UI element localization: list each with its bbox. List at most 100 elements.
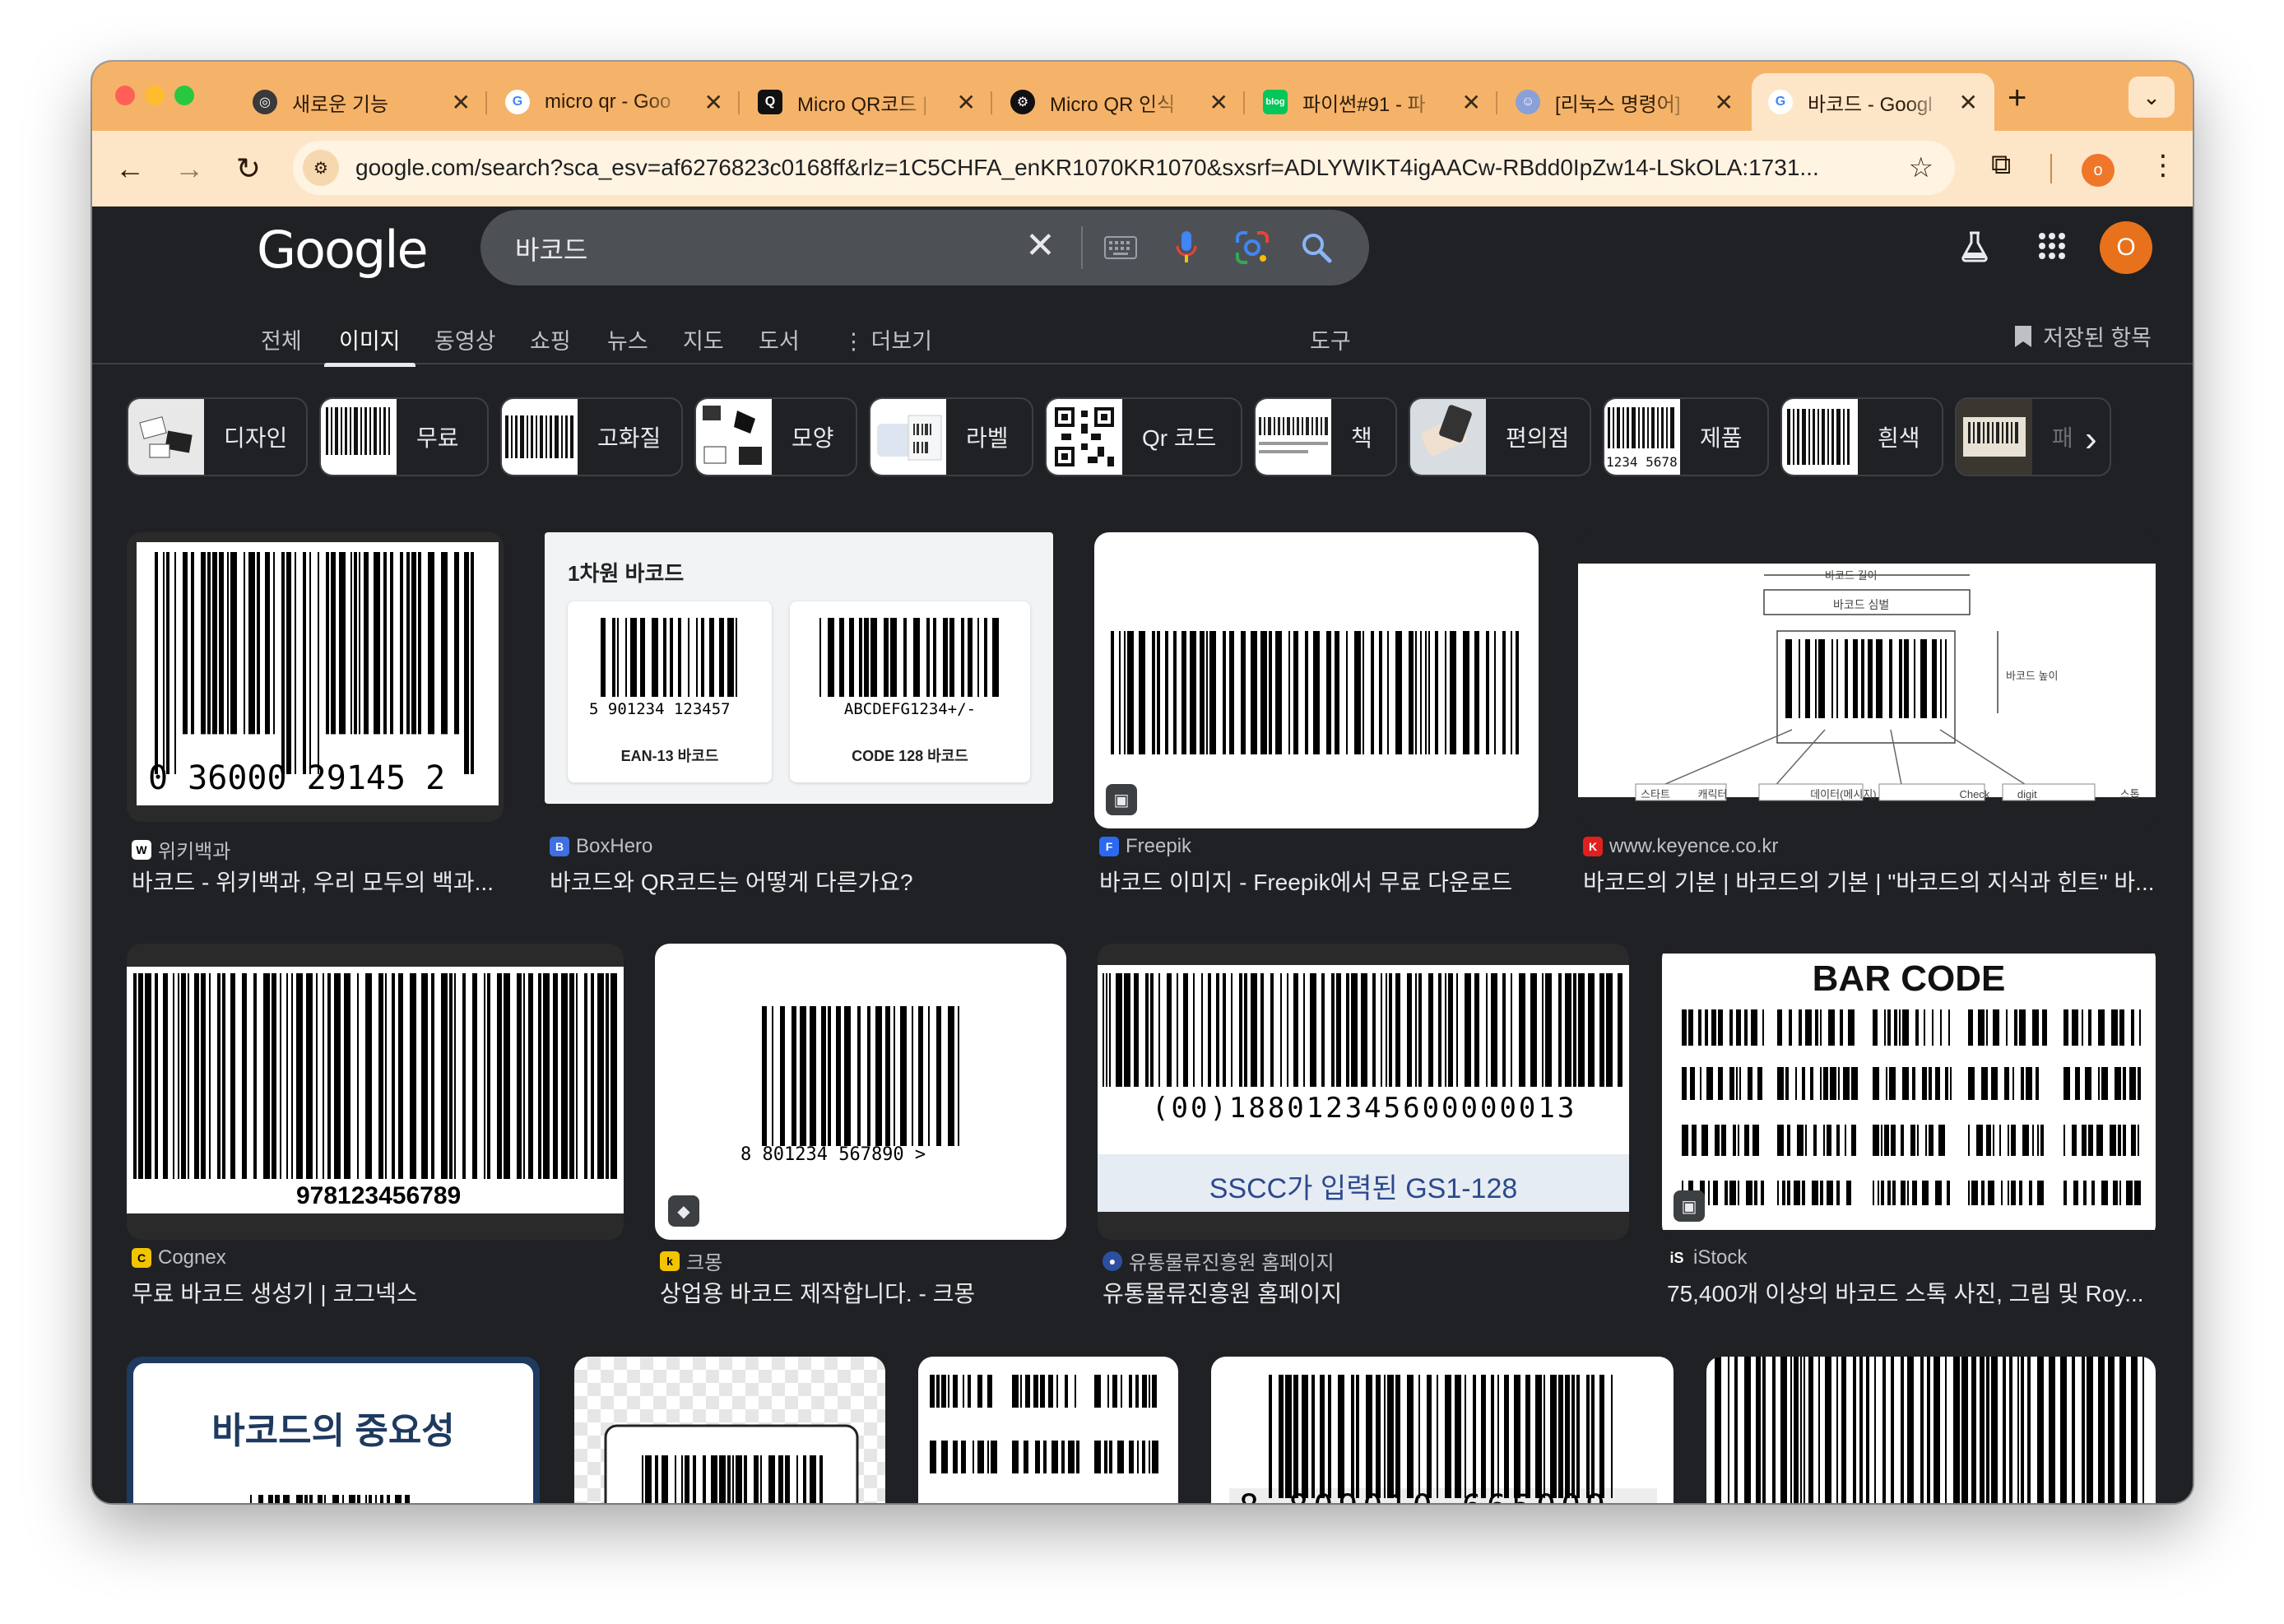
result-caption[interactable]: 바코드 - 위키백과, 우리 모두의 백과... [132,865,510,898]
result-source[interactable]: F Freepik [1099,835,1191,858]
result-image[interactable]: 0 36000 29145 2 [127,532,504,822]
barcode-bar [1971,1181,1978,1205]
zoom-window-button[interactable] [174,86,194,105]
extensions-icon[interactable]: ⧉ [1991,149,2011,181]
close-window-button[interactable] [115,86,135,105]
barcode-bar [1504,1375,1509,1498]
tab-3[interactable]: ⚙ Micro QR 인식 ✕ [994,73,1245,131]
bookmark-star-icon[interactable]: ☆ [1909,151,1934,184]
result-source[interactable]: iS iStock [1667,1246,1747,1269]
chip-shape[interactable]: 모양 [694,397,857,476]
chip-product[interactable]: 1234 5678 제품 [1603,397,1769,476]
saved-items-button[interactable]: 저장된 항목 [2013,320,2152,352]
tab-shopping[interactable]: 쇼핑 [530,323,571,355]
result-image[interactable]: (00)188012345600000013 SSCC가 입력된 GS1-128 [1098,944,1629,1240]
chip-free[interactable]: 무료 [319,397,489,476]
result-caption[interactable]: 상업용 바코드 제작합니다. - 크몽 [660,1276,1071,1309]
address-url[interactable]: google.com/search?sca_esv=af6276823c0168… [355,155,1894,181]
result-source[interactable]: k 크몽 [660,1246,722,1275]
tab-title: [리눅스 명령어] [1555,93,1681,116]
result-image[interactable]: 1차원 바코드 5 901234 123457 EAN-13 바코드 ABCDE… [545,532,1053,804]
result-source[interactable]: ● 유통물류진흥원 홈페이지 [1103,1246,1335,1275]
tab-5[interactable]: ☺ [리눅스 명령어] ✕ [1499,73,1750,131]
site-settings-icon[interactable]: ⚙ [303,150,339,186]
account-avatar[interactable]: O [2100,221,2152,274]
chip-hd[interactable]: 고화질 [500,397,683,476]
chevron-right-icon[interactable]: › [2085,419,2097,460]
close-icon[interactable]: ✕ [1462,89,1481,116]
result-caption[interactable]: 무료 바코드 생성기 | 코그넥스 [132,1276,625,1309]
result-image[interactable]: BAR CODE ▣ [1662,944,2156,1240]
close-icon[interactable]: ✕ [957,89,976,116]
tools-button[interactable]: 도구 [1310,323,1351,355]
tab-maps[interactable]: 지도 [683,323,724,355]
tab-all[interactable]: 전체 [261,323,302,355]
barcode-bar [926,618,930,697]
reload-button[interactable]: ↻ [225,146,272,192]
tab-books[interactable]: 도서 [759,323,800,355]
keyboard-icon[interactable] [1099,226,1142,269]
chip-label[interactable]: 라벨 [869,397,1033,476]
chip-book[interactable]: 책 [1254,397,1397,476]
new-tab-button[interactable]: + [2008,80,2026,117]
menu-dots-icon[interactable]: ⋮ [2149,149,2177,182]
microphone-icon[interactable] [1165,226,1208,269]
labs-flask-icon[interactable] [1950,221,1999,271]
search-input[interactable]: 바코드 [515,230,587,267]
barcode-bar [1682,1125,1688,1156]
close-icon[interactable]: ✕ [1715,89,1734,116]
apps-grid-icon[interactable] [2027,221,2077,271]
result-image[interactable]: 8 801234 567890 > ◆ [655,944,1066,1240]
tab-videos[interactable]: 동영상 [434,323,496,355]
tab-news[interactable]: 뉴스 [607,323,648,355]
tab-1[interactable]: G micro qr - Goo ✕ [489,73,740,131]
chip-design[interactable]: 디자인 [127,397,308,476]
result-source[interactable]: B BoxHero [550,835,652,858]
chip-white[interactable]: 흰색 [1780,397,1943,476]
result-image[interactable] [918,1357,1178,1503]
close-icon[interactable]: ✕ [1959,89,1978,116]
result-source[interactable]: K www.keyence.co.kr [1583,835,1778,858]
result-caption[interactable]: 바코드의 기본 | 바코드의 기본 | "바코드의 지식과 힌트" 바... [1583,865,2161,898]
clear-icon[interactable]: ✕ [1025,225,1056,267]
result-caption[interactable]: 바코드 이미지 - Freepik에서 무료 다운로드 [1099,865,1544,898]
result-caption[interactable]: 75,400개 이상의 바코드 스톡 사진, 그림 및 Roy... [1667,1276,2161,1309]
back-button[interactable]: ← [107,146,153,192]
google-logo[interactable]: Google [257,220,429,280]
search-icon[interactable] [1295,226,1338,269]
minimize-window-button[interactable] [145,86,165,105]
address-bar[interactable]: ⚙ google.com/search?sca_esv=af6276823c01… [293,141,1955,195]
chip-convenience-store[interactable]: 편의점 [1409,397,1591,476]
result-source[interactable]: W 위키백과 [132,835,230,864]
barcode-bar [155,973,158,1179]
result-image[interactable]: 978123456789 [127,944,624,1240]
search-box[interactable]: 바코드 ✕ [480,210,1369,285]
tab-4[interactable]: blog 파이썬#91 - 파 ✕ [1246,73,1497,131]
tab-2[interactable]: Q Micro QR코드 | ✕ [741,73,992,131]
barcode-bar [780,1006,785,1146]
result-image[interactable] [574,1357,885,1503]
forward-button[interactable]: → [166,146,212,192]
result-caption[interactable]: 바코드와 QR코드는 어떻게 다른가요? [550,865,1060,898]
tab-images[interactable]: 이미지 [324,323,415,367]
barcode-bar [941,1441,948,1473]
result-image[interactable]: ▣ [1094,532,1539,828]
result-caption[interactable]: 유통물류진흥원 홈페이지 [1103,1276,1629,1309]
result-image[interactable]: 바코드 길이 바코드 심벌 바코드 높이 스타트 캐릭터 데이터(메시지) Ch… [1578,532,2156,828]
close-icon[interactable]: ✕ [1209,89,1228,116]
result-image[interactable] [1706,1357,2156,1503]
google-lens-icon[interactable] [1231,226,1274,269]
result-image[interactable]: 8 809010 665009 [1211,1357,1674,1503]
profile-button[interactable]: o [2082,154,2115,187]
barcode-bar [1831,639,1833,718]
tab-6-active[interactable]: G 바코드 - Googl ✕ [1752,73,1994,131]
close-icon[interactable]: ✕ [452,89,471,116]
tab-more[interactable]: ⋮ 더보기 [843,323,932,355]
result-image[interactable]: 바코드의 중요성 [127,1357,540,1503]
close-icon[interactable]: ✕ [704,89,723,116]
barcode-bar [1744,1009,1748,1046]
result-source[interactable]: C Cognex [132,1246,226,1269]
tab-search-button[interactable]: ⌄ [2128,77,2175,118]
tab-0[interactable]: ◎ 새로운 기능 ✕ [236,73,487,131]
chip-qr-code[interactable]: Qr 코드 [1045,397,1242,476]
